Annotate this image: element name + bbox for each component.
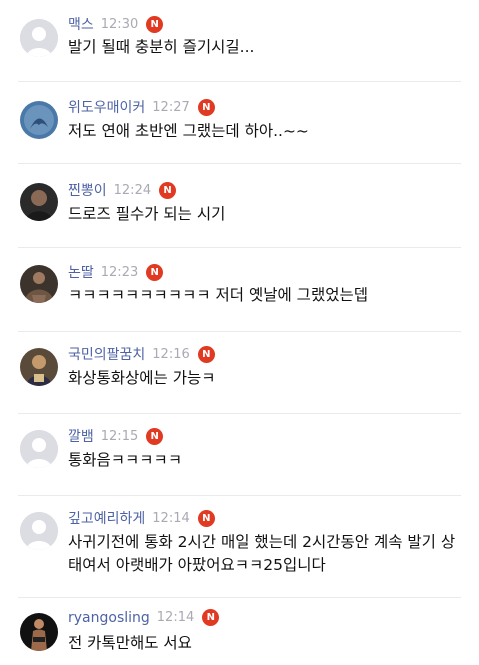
comment-time: 12:14 xyxy=(152,510,190,526)
comment-item: 맥스 12:30 N 발기 될때 충분히 즐기시길... xyxy=(0,0,479,82)
comment-nickname[interactable]: 국민의팔꿈치 xyxy=(68,344,145,364)
photo-avatar-icon xyxy=(20,613,58,651)
comment-time: 12:14 xyxy=(156,610,195,625)
avatar[interactable] xyxy=(20,430,58,468)
comment-item: 위도우매이커 12:27 N 저도 연애 초반엔 그랬는데 하아..~~ xyxy=(0,82,479,164)
comment-text: 통화음ㅋㅋㅋㅋㅋ xyxy=(68,451,183,469)
new-badge-icon: N xyxy=(197,509,215,527)
new-badge-icon: N xyxy=(146,15,164,33)
comment-time: 12:24 xyxy=(113,182,152,198)
comment-item: 논딸 12:23 N ㅋㅋㅋㅋㅋㅋㅋㅋㅋㅋ 저더 옛날에 그랬었는뎁 xyxy=(0,248,479,332)
avatar[interactable] xyxy=(20,613,58,651)
default-avatar-icon xyxy=(20,19,58,57)
comment-nickname[interactable]: 깔뱀 xyxy=(68,426,94,446)
default-avatar-icon xyxy=(20,512,58,550)
comment-text: 발기 될때 충분히 즐기시길... xyxy=(68,38,255,56)
comment-item: 국민의팔꿈치 12:16 N 화상통화상에는 가능ㅋ xyxy=(0,332,479,414)
comment-time: 12:15 xyxy=(100,428,139,444)
new-badge-icon: N xyxy=(159,181,177,199)
comment-text: 사귀기전에 통화 2시간 매일 했는데 2시간동안 계속 발기 상태여서 아랫배… xyxy=(68,533,456,574)
comment-item: ryangosling 12:14 N 전 카톡만해도 서요 xyxy=(0,598,479,665)
comment-item: 깊고예리하게 12:14 N 사귀기전에 통화 2시간 매일 했는데 2시간동안… xyxy=(0,496,479,598)
avatar[interactable] xyxy=(20,19,58,57)
avatar[interactable] xyxy=(20,265,58,303)
new-badge-icon: N xyxy=(146,263,164,281)
photo-avatar-icon xyxy=(20,265,58,303)
comment-nickname[interactable]: 위도우매이커 xyxy=(68,97,145,117)
comment-text: 화상통화상에는 가능ㅋ xyxy=(68,369,216,387)
avatar[interactable] xyxy=(20,348,58,386)
photo-avatar-icon xyxy=(20,348,58,386)
avatar[interactable] xyxy=(20,183,58,221)
comment-text: 전 카톡만해도 서요 xyxy=(68,634,192,652)
comment-text: 드로즈 필수가 되는 시기 xyxy=(68,205,226,223)
comment-item: 깔뱀 12:15 N 통화음ㅋㅋㅋㅋㅋ xyxy=(0,414,479,496)
comment-time: 12:23 xyxy=(100,264,139,280)
avatar[interactable] xyxy=(20,512,58,550)
new-badge-icon: N xyxy=(197,98,215,116)
comment-time: 12:30 xyxy=(100,16,139,32)
comment-time: 12:27 xyxy=(152,99,190,115)
comment-nickname[interactable]: 찐뽕이 xyxy=(68,180,107,200)
comment-nickname[interactable]: 깊고예리하게 xyxy=(68,508,145,528)
comment-nickname[interactable]: ryangosling xyxy=(68,610,150,626)
comment-text: ㅋㅋㅋㅋㅋㅋㅋㅋㅋㅋ 저더 옛날에 그랬었는뎁 xyxy=(68,286,368,304)
comment-nickname[interactable]: 맥스 xyxy=(68,14,94,34)
new-badge-icon: N xyxy=(146,427,164,445)
comment-nickname[interactable]: 논딸 xyxy=(68,262,94,282)
new-badge-icon: N xyxy=(197,345,215,363)
comment-item: 찐뽕이 12:24 N 드로즈 필수가 되는 시기 xyxy=(0,164,479,248)
default-avatar-icon xyxy=(20,430,58,468)
comment-text: 저도 연애 초반엔 그랬는데 하아..~~ xyxy=(68,122,309,140)
photo-avatar-icon xyxy=(20,183,58,221)
comment-time: 12:16 xyxy=(152,346,190,362)
photo-avatar-icon xyxy=(20,101,58,139)
comment-list: 맥스 12:30 N 발기 될때 충분히 즐기시길... 위도우매이커 12:2… xyxy=(0,0,479,665)
new-badge-icon: N xyxy=(202,609,220,626)
avatar[interactable] xyxy=(20,101,58,139)
